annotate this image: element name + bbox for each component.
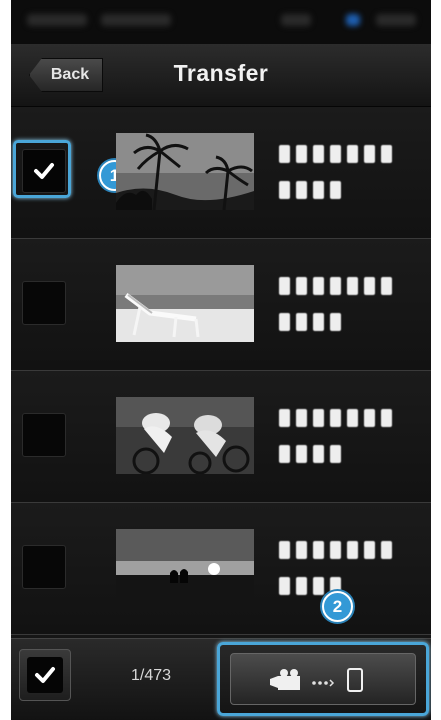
callout-marker: 2 xyxy=(322,591,353,622)
cyclists-photo[interactable] xyxy=(116,397,254,474)
nav-bar: Back Transfer xyxy=(11,44,431,107)
status-blur xyxy=(346,14,360,26)
status-blur xyxy=(281,14,311,26)
item-checkbox[interactable] xyxy=(22,281,66,325)
status-blur xyxy=(101,14,171,26)
checkmark-icon xyxy=(35,667,55,683)
camera-to-phone-icon xyxy=(270,668,363,692)
status-blur xyxy=(376,14,416,26)
filename-blurred xyxy=(279,277,419,349)
list-item[interactable] xyxy=(11,503,431,635)
item-checkbox[interactable] xyxy=(22,545,66,589)
select-all-button[interactable] xyxy=(19,649,71,701)
filename-blurred xyxy=(279,145,419,217)
item-checkbox[interactable] xyxy=(22,149,66,193)
status-bar xyxy=(11,0,431,44)
filename-blurred xyxy=(279,409,419,481)
selection-counter: 1/473 xyxy=(131,667,172,684)
phone-screen: Back Transfer 1 2 1/473 xyxy=(11,0,431,720)
list-item[interactable] xyxy=(11,371,431,503)
list-item[interactable]: 1 xyxy=(11,107,431,239)
checkmark-icon xyxy=(34,163,54,179)
beach-chair-photo[interactable] xyxy=(116,265,254,342)
list-item[interactable] xyxy=(11,239,431,371)
palm-trees-photo[interactable] xyxy=(116,133,254,210)
page-title: Transfer xyxy=(173,60,269,86)
transfer-button[interactable] xyxy=(230,653,416,705)
sunset-couple-photo[interactable] xyxy=(116,529,254,606)
file-list: 1 xyxy=(11,107,431,635)
bottom-toolbar: 1/473 xyxy=(11,638,431,720)
transfer-button-highlight xyxy=(217,642,429,716)
item-checkbox[interactable] xyxy=(22,413,66,457)
status-blur xyxy=(27,14,87,26)
